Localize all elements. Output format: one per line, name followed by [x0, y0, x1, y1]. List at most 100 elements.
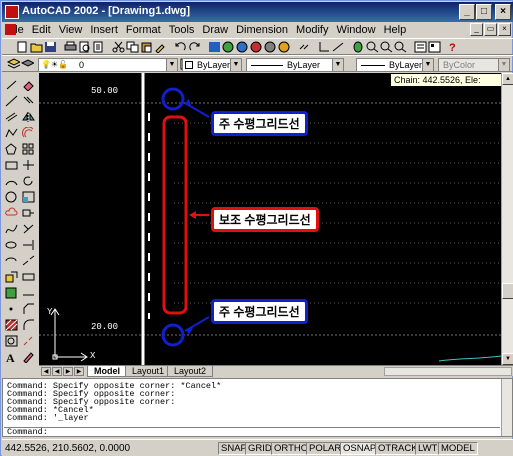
tab-layout1[interactable]: Layout1 — [125, 366, 172, 377]
menu-view[interactable]: View — [55, 24, 87, 36]
insert-block-icon[interactable] — [5, 271, 18, 283]
move-icon[interactable] — [22, 159, 35, 171]
doc-minimize-button[interactable]: _ — [470, 23, 483, 36]
arc-icon[interactable] — [5, 175, 18, 187]
distance-icon[interactable] — [332, 41, 345, 53]
document-icon[interactable] — [5, 24, 16, 35]
polyline-icon[interactable] — [5, 127, 18, 139]
command-prompt-input[interactable]: Command: — [4, 427, 500, 437]
doc-restore-button[interactable]: ▭ — [484, 23, 497, 36]
polygon-icon[interactable] — [5, 143, 18, 155]
horizontal-scrollbar[interactable] — [384, 367, 512, 376]
menu-edit[interactable]: Edit — [28, 24, 55, 36]
layer-manager-icon[interactable] — [7, 58, 20, 70]
copy-icon[interactable] — [126, 41, 139, 53]
menu-draw[interactable]: Draw — [198, 24, 232, 36]
doc-close-button[interactable]: × — [498, 23, 511, 36]
layer-dropdown[interactable]: 💡☀🔓 0 ▼ — [38, 58, 178, 72]
scroll-thumb[interactable] — [502, 283, 513, 299]
hyperlink-icon[interactable] — [298, 41, 311, 53]
tab-prev-icon[interactable]: ◀ — [52, 367, 62, 376]
save-icon[interactable] — [44, 41, 57, 53]
redo-icon[interactable] — [188, 41, 201, 53]
dbconnect-icon[interactable] — [278, 41, 291, 53]
ellipse-icon[interactable] — [5, 239, 18, 251]
ucs-icon[interactable] — [318, 41, 331, 53]
cut-icon[interactable] — [112, 41, 125, 53]
rotate-icon[interactable] — [22, 175, 35, 187]
trim-icon[interactable] — [22, 223, 35, 235]
mirror-icon[interactable] — [22, 111, 35, 123]
construction-line-icon[interactable] — [5, 95, 18, 107]
make-block-icon[interactable] — [5, 287, 18, 299]
minimize-button[interactable]: _ — [459, 4, 475, 20]
print-preview-icon[interactable] — [78, 41, 91, 53]
zoom-window-icon[interactable] — [380, 41, 393, 53]
polar-toggle[interactable]: POLAR — [306, 442, 345, 455]
zoom-previous-icon[interactable] — [394, 41, 407, 53]
chamfer-icon[interactable] — [22, 303, 35, 315]
stretch-icon[interactable] — [22, 207, 35, 219]
region-icon[interactable] — [5, 335, 18, 347]
paste-icon[interactable] — [140, 41, 153, 53]
scroll-down-icon[interactable]: ▼ — [502, 353, 513, 365]
tab-next-icon[interactable]: ▶ — [63, 367, 73, 376]
break-icon[interactable] — [22, 271, 35, 283]
circle-icon[interactable] — [5, 191, 18, 203]
fillet-icon[interactable] — [22, 319, 35, 331]
close-button[interactable]: × — [495, 4, 511, 20]
multiline-icon[interactable] — [5, 111, 18, 123]
properties-icon[interactable] — [414, 41, 427, 53]
tab-first-icon[interactable]: ◀ — [41, 367, 51, 376]
line-icon[interactable] — [5, 79, 18, 91]
model-toggle[interactable]: MODEL — [438, 442, 478, 455]
make-object-layer-current-icon[interactable] — [21, 58, 34, 70]
copy-object-icon[interactable] — [22, 95, 35, 107]
offset-icon[interactable] — [22, 127, 35, 139]
menu-dimension[interactable]: Dimension — [232, 24, 292, 36]
lineweight-dropdown[interactable]: ByLayer ▼ — [356, 58, 434, 72]
menu-insert[interactable]: Insert — [86, 24, 122, 36]
pencil-icon[interactable] — [22, 351, 35, 363]
menu-tools[interactable]: Tools — [165, 24, 199, 36]
join-icon[interactable] — [22, 287, 35, 299]
array-icon[interactable] — [22, 143, 35, 155]
revision-cloud-icon[interactable] — [5, 207, 18, 219]
tab-last-icon[interactable]: ▶ — [74, 367, 84, 376]
adcenter-icon[interactable] — [428, 41, 441, 53]
match-properties-icon[interactable] — [154, 41, 167, 53]
scale-icon[interactable] — [22, 191, 35, 203]
command-window[interactable]: Command: Specify opposite corner: *Cance… — [2, 378, 513, 437]
command-scrollbar[interactable] — [501, 379, 512, 436]
osnap-toggle[interactable]: OSNAP — [340, 442, 380, 455]
vertical-scrollbar[interactable]: ▲ ▼ — [501, 73, 513, 365]
zoom-realtime-icon[interactable] — [366, 41, 379, 53]
hatch-icon[interactable] — [5, 319, 18, 331]
ellipse-arc-icon[interactable] — [5, 255, 18, 267]
autocad-app-icon[interactable] — [5, 5, 19, 19]
open-folder-icon[interactable] — [30, 41, 43, 53]
menu-modify[interactable]: Modify — [292, 24, 332, 36]
menu-window[interactable]: Window — [332, 24, 379, 36]
today-icon[interactable] — [208, 41, 221, 53]
spline-icon[interactable] — [5, 223, 18, 235]
erase-icon[interactable] — [22, 79, 35, 91]
print-icon[interactable] — [64, 41, 77, 53]
tab-layout2[interactable]: Layout2 — [167, 366, 214, 377]
object-properties-icon[interactable] — [250, 41, 263, 53]
maximize-button[interactable]: □ — [476, 4, 492, 20]
explode-icon[interactable] — [22, 335, 35, 347]
publish-icon[interactable] — [92, 41, 105, 53]
design-center-icon[interactable] — [236, 41, 249, 53]
linetype-dropdown[interactable]: ByLayer ▼ — [246, 58, 344, 72]
undo-icon[interactable] — [174, 41, 187, 53]
tab-model[interactable]: Model — [87, 366, 127, 377]
lwt-toggle[interactable]: LWT — [415, 442, 441, 455]
otrack-toggle[interactable]: OTRACK — [375, 442, 421, 455]
scroll-up-icon[interactable]: ▲ — [502, 73, 513, 85]
multiline-text-icon[interactable]: A — [5, 351, 18, 363]
extend-icon[interactable] — [22, 239, 35, 251]
point-icon[interactable] — [5, 303, 18, 315]
menu-format[interactable]: Format — [122, 24, 165, 36]
pan-realtime-icon[interactable] — [352, 41, 365, 53]
